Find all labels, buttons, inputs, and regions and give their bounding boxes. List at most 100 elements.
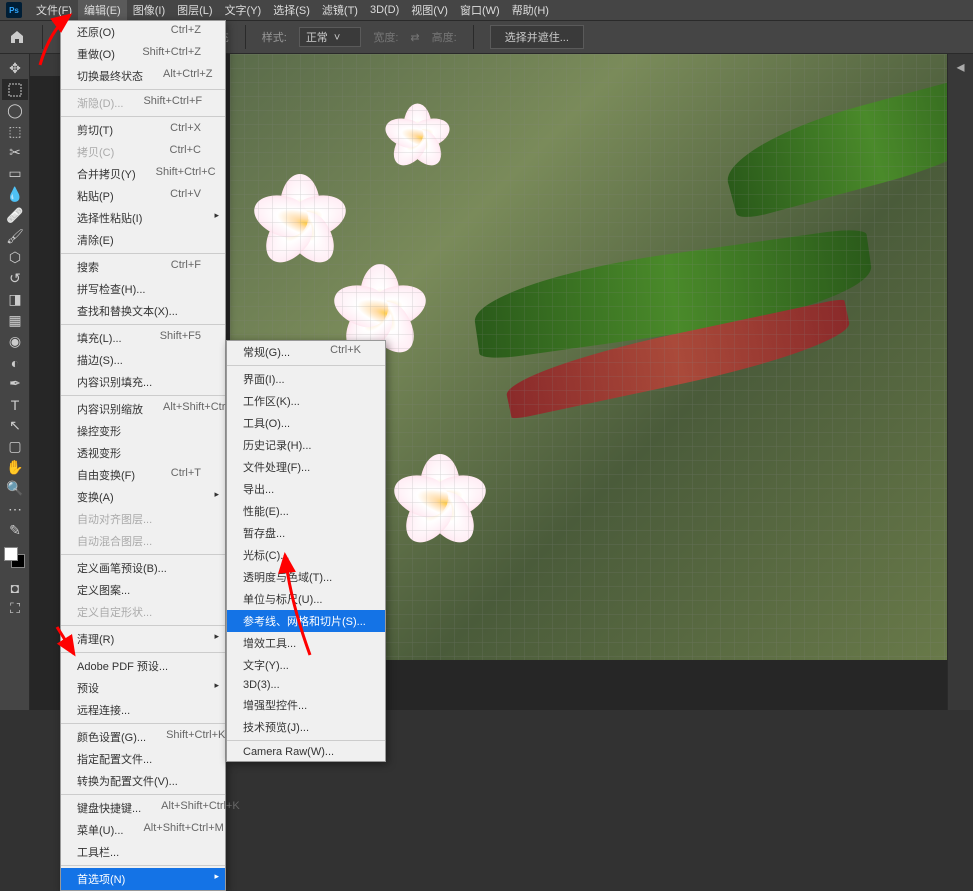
tool-more[interactable]: ⋯ [2,499,28,520]
tool-history[interactable]: ↺ [2,268,28,289]
edit-menu-item-8[interactable]: 合并拷贝(Y)Shift+Ctrl+C [61,163,225,185]
menu-filter[interactable]: 滤镜(T) [316,0,364,20]
tool-lasso[interactable]: ◯ [2,100,28,121]
tool-marquee[interactable] [2,79,28,100]
edit-menu-item-29[interactable]: 定义画笔预设(B)... [61,557,225,579]
edit-menu-item-24[interactable]: 自由变换(F)Ctrl+T [61,464,225,486]
tool-pen[interactable]: ✒ [2,373,28,394]
prefs-menu-item-4[interactable]: 工具(O)... [227,412,385,434]
edit-menu-item-14[interactable]: 拼写检查(H)... [61,278,225,300]
tool-type[interactable]: T [2,394,28,415]
edit-menu-item-39[interactable]: 颜色设置(G)...Shift+Ctrl+K [61,726,225,748]
edit-menu-item-35[interactable]: Adobe PDF 预设... [61,655,225,677]
tool-frame[interactable]: ▭ [2,163,28,184]
edit-menu-item-18[interactable]: 描边(S)... [61,349,225,371]
edit-menu-item-43[interactable]: 键盘快捷键...Alt+Shift+Ctrl+K [61,797,225,819]
menu-window[interactable]: 窗口(W) [454,0,506,20]
select-and-mask-button[interactable]: 选择并遮住... [490,25,584,49]
menu-type[interactable]: 文字(Y) [219,0,268,20]
tool-gradient[interactable]: ▦ [2,310,28,331]
edit-menu-item-10[interactable]: 选择性粘贴(I) [61,207,225,229]
edit-menu-item-0[interactable]: 还原(O)Ctrl+Z [61,21,225,43]
tool-heal[interactable]: 🩹 [2,205,28,226]
prefs-menu-item-5[interactable]: 历史记录(H)... [227,434,385,456]
edit-menu-item-23[interactable]: 透视变形 [61,442,225,464]
edit-menu-item-1[interactable]: 重做(O)Shift+Ctrl+Z [61,43,225,65]
prefs-menu-item-16[interactable]: 3D(3)... [227,676,385,694]
prefs-menu-item-11[interactable]: 透明度与色域(T)... [227,566,385,588]
edit-menu-item-11[interactable]: 清除(E) [61,229,225,251]
preferences-submenu: 常规(G)...Ctrl+K 界面(I)...工作区(K)...工具(O)...历… [226,340,386,762]
edit-menu-item-47[interactable]: 首选项(N) [61,868,225,890]
tool-eraser[interactable]: ◨ [2,289,28,310]
tool-move[interactable]: ✥ [2,58,28,79]
edit-menu-item-41[interactable]: 转换为配置文件(V)... [61,770,225,792]
prefs-menu-item-20[interactable]: Camera Raw(W)... [227,743,385,761]
style-label: 样式: [262,29,287,45]
edit-menu-item-45[interactable]: 工具栏... [61,841,225,863]
height-label: 高度: [432,29,457,45]
edit-menu-item-9[interactable]: 粘贴(P)Ctrl+V [61,185,225,207]
menu-edit[interactable]: 编辑(E) [78,0,127,20]
tool-rect[interactable]: ▢ [2,436,28,457]
foreground-swatch[interactable] [4,547,18,561]
prefs-menu-item-10[interactable]: 光标(C)... [227,544,385,566]
edit-menu-item-37[interactable]: 远程连接... [61,699,225,721]
width-label: 宽度: [373,29,398,45]
menu-select[interactable]: 选择(S) [267,0,316,20]
prefs-menu-item-0[interactable]: 常规(G)...Ctrl+K [227,341,385,363]
tool-dodge[interactable]: ◐ [2,352,28,373]
menu-image[interactable]: 图像(I) [127,0,171,20]
prefs-menu-item-17[interactable]: 增强型控件... [227,694,385,716]
prefs-menu-item-9[interactable]: 暂存盘... [227,522,385,544]
tool-eyedropper[interactable]: 💧 [2,184,28,205]
edit-menu-item-19[interactable]: 内容识别填充... [61,371,225,393]
home-icon[interactable] [8,28,26,46]
edit-menu-item-27: 自动混合图层... [61,530,225,552]
edit-menu-item-15[interactable]: 查找和替换文本(X)... [61,300,225,322]
tool-stamp[interactable]: ⬡ [2,247,28,268]
prefs-menu-item-8[interactable]: 性能(E)... [227,500,385,522]
edit-menu-item-13[interactable]: 搜索Ctrl+F [61,256,225,278]
color-swatches[interactable] [4,547,25,571]
edit-menu-item-25[interactable]: 变换(A) [61,486,225,508]
tool-edit-toolbar[interactable]: ✎ [2,520,28,541]
edit-menu-item-6[interactable]: 剪切(T)Ctrl+X [61,119,225,141]
edit-menu-item-17[interactable]: 填充(L)...Shift+F5 [61,327,225,349]
menu-file[interactable]: 文件(F) [30,0,78,20]
edit-menu-item-2[interactable]: 切换最终状态Alt+Ctrl+Z [61,65,225,87]
prefs-menu-item-12[interactable]: 单位与标尺(U)... [227,588,385,610]
tool-wand[interactable]: ⬚ [2,121,28,142]
tool-blur[interactable]: ◉ [2,331,28,352]
menu-bar: 文件(F) 编辑(E) 图像(I) 图层(L) 文字(Y) 选择(S) 滤镜(T… [0,0,973,20]
prefs-menu-item-7[interactable]: 导出... [227,478,385,500]
tool-brush[interactable]: 🖌 [2,226,28,247]
prefs-menu-item-18[interactable]: 技术预览(J)... [227,716,385,738]
tool-path[interactable]: ↖ [2,415,28,436]
prefs-menu-item-15[interactable]: 文字(Y)... [227,654,385,676]
prefs-menu-item-14[interactable]: 增效工具... [227,632,385,654]
menu-3d[interactable]: 3D(D) [364,2,405,18]
tool-zoom[interactable]: 🔍 [2,478,28,499]
edit-menu-item-33[interactable]: 清理(R) [61,628,225,650]
menu-view[interactable]: 视图(V) [405,0,454,20]
tool-crop[interactable]: ✂ [2,142,28,163]
edit-menu-item-30[interactable]: 定义图案... [61,579,225,601]
edit-menu-item-21[interactable]: 内容识别缩放Alt+Shift+Ctrl+C [61,398,225,420]
swap-icon[interactable]: ⇄ [410,31,419,44]
tool-hand[interactable]: ✋ [2,457,28,478]
prefs-menu-item-6[interactable]: 文件处理(F)... [227,456,385,478]
prefs-menu-item-13[interactable]: 参考线、网格和切片(S)... [227,610,385,632]
panel-toggle-icon[interactable]: ◂ [948,54,973,80]
tool-quickmask[interactable]: ◘ [2,577,28,598]
edit-menu-item-22[interactable]: 操控变形 [61,420,225,442]
prefs-menu-item-3[interactable]: 工作区(K)... [227,390,385,412]
prefs-menu-item-2[interactable]: 界面(I)... [227,368,385,390]
menu-help[interactable]: 帮助(H) [506,0,555,20]
menu-layer[interactable]: 图层(L) [171,0,218,20]
edit-menu-item-40[interactable]: 指定配置文件... [61,748,225,770]
style-select[interactable]: 正常 ˅ [299,27,362,47]
edit-menu-item-44[interactable]: 菜单(U)...Alt+Shift+Ctrl+M [61,819,225,841]
tool-screenmode[interactable]: ⛶ [2,598,28,619]
edit-menu-item-36[interactable]: 预设 [61,677,225,699]
